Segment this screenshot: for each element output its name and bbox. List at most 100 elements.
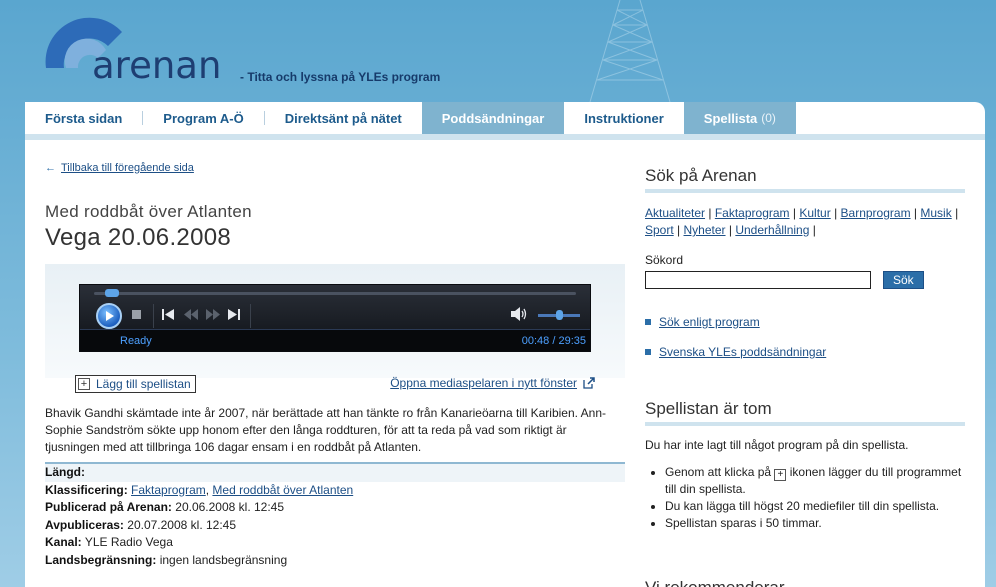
playlist-tips: Genom att klicka på + ikonen lägger du t…: [645, 464, 965, 532]
meta-region-label: Landsbegränsning:: [45, 552, 157, 567]
nav-spellista-count: (0): [761, 111, 776, 125]
category-sport[interactable]: Sport: [645, 223, 674, 237]
volume-thumb[interactable]: [556, 310, 563, 320]
player-status-bar: Ready 00:48 / 29:35: [80, 329, 590, 351]
category-kultur[interactable]: Kultur: [799, 206, 830, 220]
category-nyheter[interactable]: Nyheter: [684, 223, 726, 237]
nav-spellista[interactable]: Spellista (0): [683, 102, 796, 134]
category-faktaprogram[interactable]: Faktaprogram: [715, 206, 790, 220]
site-header: arenan - Titta och lyssna på YLEs progra…: [0, 0, 996, 102]
skip-back-icon[interactable]: [162, 309, 174, 320]
podcasts-link[interactable]: Svenska YLEs poddsändningar: [645, 345, 965, 359]
site-tagline: - Titta och lyssna på YLEs program: [240, 70, 441, 84]
rewind-icon[interactable]: [184, 309, 198, 320]
recommend-heading: Vi rekommenderar: [645, 578, 785, 587]
meta-published: Publicerad på Arenan: 20.06.2008 kl. 12:…: [45, 499, 625, 517]
playlist-tip-1: Genom att klicka på + ikonen lägger du t…: [665, 464, 965, 498]
radio-tower-decoration: [589, 0, 671, 102]
search-row: Sök: [645, 271, 965, 289]
search-input[interactable]: [645, 271, 871, 289]
program-title: Vega 20.06.2008: [45, 224, 232, 251]
media-player-area: Ready 00:48 / 29:35: [45, 264, 625, 378]
category-separator: |: [728, 223, 732, 237]
category-separator: |: [834, 206, 838, 220]
arrow-left-icon: ←: [45, 162, 56, 174]
meta-channel-label: Kanal:: [45, 535, 82, 549]
class-link-faktaprogram[interactable]: Faktaprogram: [131, 483, 206, 497]
back-link[interactable]: ← Tillbaka till föregående sida: [45, 162, 625, 174]
category-barnprogram[interactable]: Barnprogram: [841, 206, 911, 220]
bullet-square-icon: [645, 319, 651, 325]
class-link-program[interactable]: Med roddbåt över Atlanten: [212, 483, 353, 497]
category-separator: |: [708, 206, 712, 220]
podcasts-link-label: Svenska YLEs poddsändningar: [659, 345, 827, 359]
open-player-label: Öppna mediaspelaren i nytt fönster: [390, 376, 577, 390]
category-separator: |: [677, 223, 681, 237]
control-divider: [153, 304, 154, 328]
main-navigation: Första sidan Program A-Ö Direktsänt på n…: [25, 102, 985, 134]
category-separator: |: [812, 223, 816, 237]
program-metadata: Längd: Klassificering: Faktaprogram, Med…: [45, 464, 625, 569]
meta-region-value: ingen landsbegränsning: [159, 552, 288, 567]
back-link-label: Tillbaka till föregående sida: [61, 162, 194, 174]
playlist-heading: Spellistan är tom: [645, 399, 965, 426]
player-time: 00:48 / 29:35: [521, 335, 586, 347]
meta-length: Längd:: [45, 464, 625, 482]
add-to-playlist-button[interactable]: + Lägg till spellistan: [75, 375, 196, 393]
control-divider: [250, 304, 251, 328]
meta-published-value: 20.06.2008 kl. 12:45: [175, 500, 285, 514]
meta-classification: Klassificering: Faktaprogram, Med roddbå…: [45, 482, 625, 500]
volume-icon[interactable]: [510, 306, 528, 322]
search-by-program-label: Sök enligt program: [659, 315, 760, 329]
program-subtitle: Med roddbåt över Atlanten: [45, 202, 252, 221]
tip1-pre: Genom att klicka på: [665, 465, 772, 479]
logo-text[interactable]: arenan: [92, 44, 221, 87]
category-musik[interactable]: Musik: [920, 206, 951, 220]
playlist-intro: Du har inte lagt till något program på d…: [645, 438, 909, 452]
meta-length-label: Längd:: [45, 465, 85, 479]
fast-forward-icon[interactable]: [206, 309, 220, 320]
play-icon: [106, 311, 114, 321]
meta-channel-value: YLE Radio Vega: [84, 535, 173, 549]
player-actions: + Lägg till spellistan Öppna mediaspelar…: [45, 375, 625, 399]
external-window-icon: [583, 377, 595, 389]
meta-unpublish-label: Avpubliceras:: [45, 517, 124, 532]
search-heading: Sök på Arenan: [645, 166, 965, 193]
program-description: Bhavik Gandhi skämtade inte år 2007, när…: [45, 406, 607, 454]
playlist-tip-3: Spellistan sparas i 50 timmar.: [665, 515, 965, 532]
nav-forsta-sidan[interactable]: Första sidan: [25, 102, 142, 134]
category-underhallning[interactable]: Underhållning: [735, 223, 809, 237]
main-column: ← Tillbaka till föregående sida Med rodd…: [45, 162, 625, 569]
search-label: Sökord: [645, 253, 684, 267]
sidebar: Sök på Arenan Aktualiteter | Faktaprogra…: [645, 166, 965, 587]
search-button[interactable]: Sök: [883, 271, 924, 289]
media-player: Ready 00:48 / 29:35: [79, 284, 591, 352]
nav-direktsant[interactable]: Direktsänt på nätet: [265, 102, 422, 134]
nav-poddsandningar[interactable]: Poddsändningar: [421, 102, 565, 134]
playlist-tip-2: Du kan lägga till högst 20 mediefiler ti…: [665, 498, 965, 515]
search-by-program-link[interactable]: Sök enligt program: [645, 315, 965, 329]
category-aktualiteter[interactable]: Aktualiteter: [645, 206, 705, 220]
meta-channel: Kanal: YLE Radio Vega: [45, 534, 625, 552]
nav-instruktioner[interactable]: Instruktioner: [564, 102, 683, 134]
open-player-link[interactable]: Öppna mediaspelaren i nytt fönster: [390, 376, 595, 390]
category-links: Aktualiteter | Faktaprogram | Kultur | B…: [645, 205, 965, 239]
meta-class-label: Klassificering:: [45, 482, 128, 497]
bullet-square-icon: [645, 349, 651, 355]
seek-bar[interactable]: [94, 292, 576, 295]
play-button[interactable]: [96, 303, 122, 329]
meta-published-label: Publicerad på Arenan:: [45, 500, 172, 514]
nav-program-a-o[interactable]: Program A-Ö: [143, 102, 263, 134]
content-panel: ← Tillbaka till föregående sida Med rodd…: [25, 134, 985, 587]
nav-spellista-label: Spellista: [703, 110, 758, 126]
seek-thumb[interactable]: [105, 289, 119, 297]
skip-forward-icon[interactable]: [228, 309, 240, 320]
category-separator: |: [955, 206, 959, 220]
stop-icon[interactable]: [132, 310, 141, 319]
player-status: Ready: [120, 335, 152, 347]
add-to-playlist-label: Lägg till spellistan: [96, 377, 191, 391]
meta-unpublish: Avpubliceras: 20.07.2008 kl. 12:45: [45, 517, 625, 535]
category-separator: |: [913, 206, 918, 220]
category-separator: |: [792, 206, 797, 220]
meta-region: Landsbegränsning: ingen landsbegränsning: [45, 552, 625, 570]
